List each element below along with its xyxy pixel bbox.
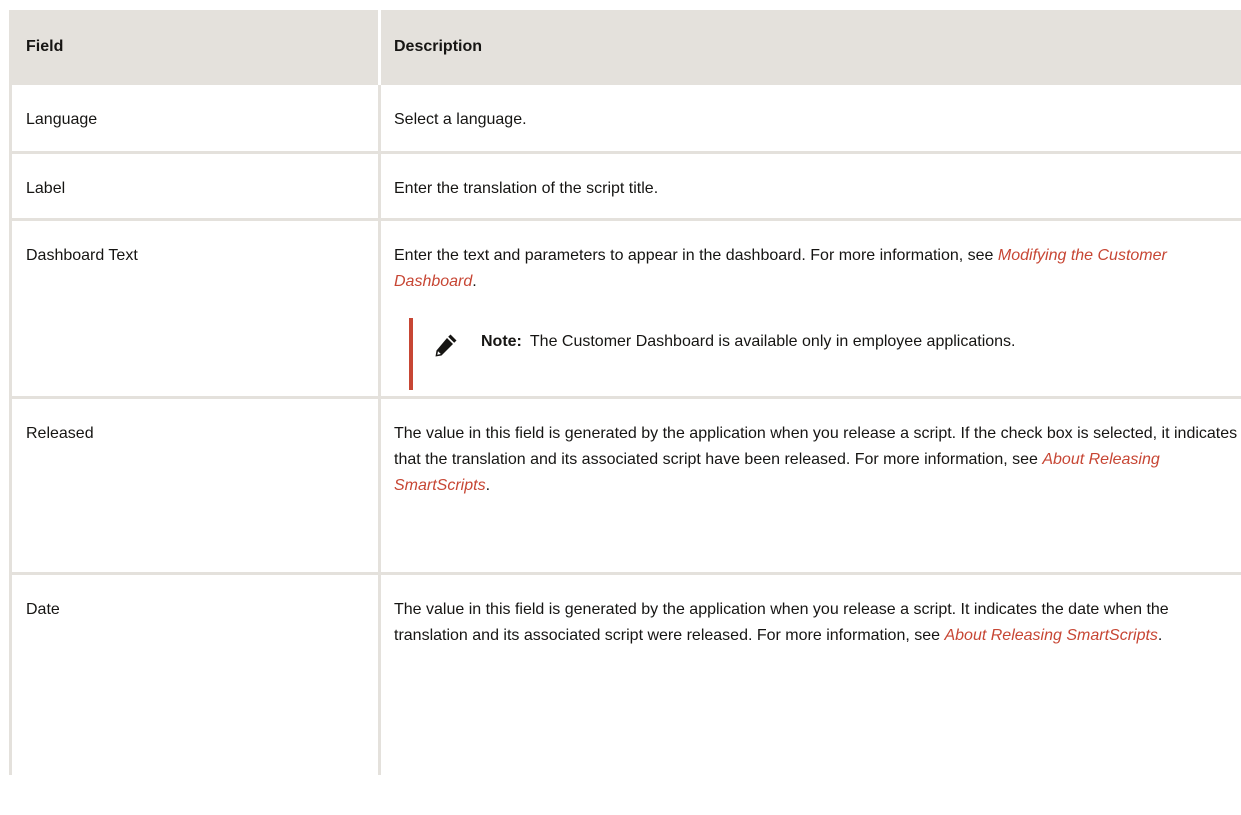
about-releasing-smartscripts-link[interactable]: About Releasing SmartScripts — [944, 627, 1157, 644]
field-cell: Label — [9, 154, 381, 218]
header-field: Field — [9, 10, 381, 85]
table-row: Label Enter the translation of the scrip… — [9, 154, 1241, 221]
note-label: Note: — [481, 333, 522, 350]
field-cell: Released — [9, 399, 381, 572]
table-header-row: Field Description — [9, 10, 1241, 85]
table-row: Language Select a language. — [9, 85, 1241, 154]
description-cell: Enter the translation of the script titl… — [394, 180, 659, 197]
table-row: Released The value in this field is gene… — [9, 399, 1241, 575]
description-end: . — [485, 477, 491, 494]
note-callout: Note: The Customer Dashboard is available… — [409, 318, 1241, 390]
description-end: . — [472, 273, 477, 290]
description-cell: The value in this field is generated by … — [381, 399, 1241, 572]
field-cell: Dashboard Text — [9, 221, 381, 396]
header-description: Description — [394, 38, 483, 55]
description-cell: Enter the text and parameters to appear … — [381, 221, 1241, 396]
note-text: The Customer Dashboard is available only… — [529, 333, 1016, 350]
pencil-icon — [433, 332, 459, 358]
field-cell: Date — [9, 575, 381, 775]
field-cell: Language — [9, 85, 381, 151]
description-end: . — [1157, 627, 1163, 644]
table-row: Date The value in this field is generate… — [9, 575, 1241, 775]
description-cell: The value in this field is generated by … — [381, 575, 1241, 775]
table-row: Dashboard Text Enter the text and parame… — [9, 221, 1241, 399]
description-text: Enter the text and parameters to appear … — [394, 247, 998, 264]
field-description-table: Field Description Language Select a lang… — [9, 10, 1241, 775]
description-cell: Select a language. — [394, 111, 527, 128]
